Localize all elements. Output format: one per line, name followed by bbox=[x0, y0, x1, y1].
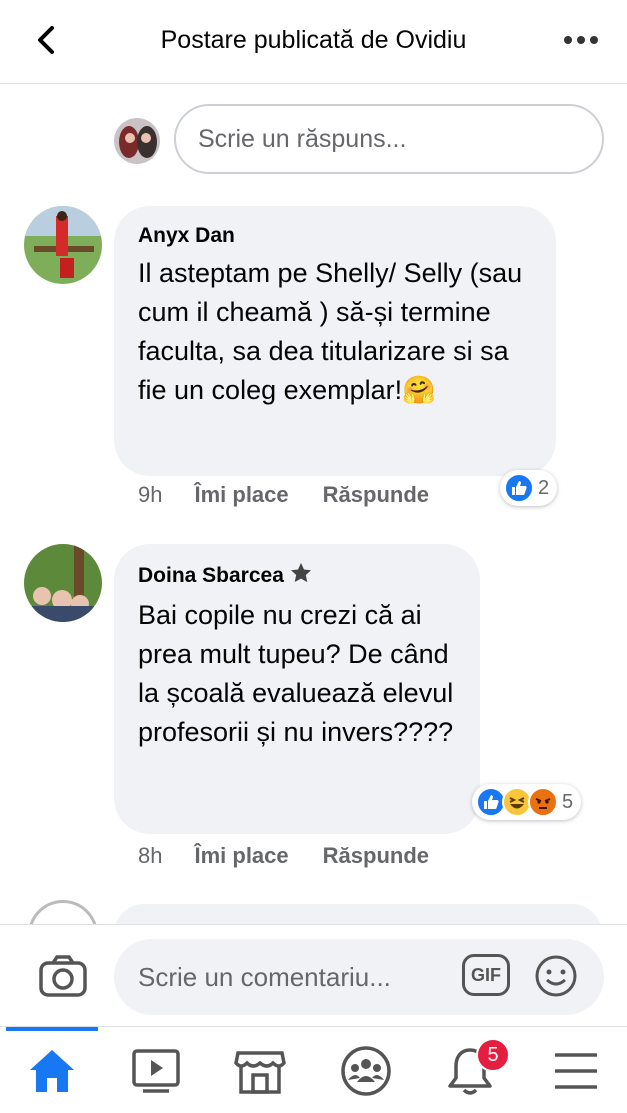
comment-input[interactable]: Scrie un comentariu... bbox=[114, 939, 604, 1015]
comment-composer: Scrie un comentariu... bbox=[0, 924, 627, 1026]
bottom-navigation bbox=[0, 1026, 627, 1113]
comment-text: Il asteptam pe Shelly/ Selly (sau cum il… bbox=[138, 258, 523, 405]
marketplace-icon[interactable] bbox=[234, 1045, 286, 1097]
emoji-icon[interactable] bbox=[534, 954, 578, 998]
comment-author[interactable]: Anyx Dan bbox=[138, 224, 532, 248]
home-icon[interactable] bbox=[26, 1045, 78, 1097]
comment-author-row: Doina Sbarcea bbox=[138, 562, 456, 590]
reply-input[interactable]: Scrie un răspuns... bbox=[174, 104, 604, 174]
notifications-badge: 5 bbox=[476, 1038, 510, 1072]
top-fan-star-icon bbox=[290, 562, 312, 590]
gif-button[interactable]: GIF bbox=[462, 954, 510, 996]
like-button[interactable]: Îmi place bbox=[194, 843, 288, 869]
camera-icon[interactable] bbox=[38, 955, 88, 999]
reaction-count: 5 bbox=[562, 790, 574, 813]
top-bar: Postare publicată de Ovidiu bbox=[0, 0, 627, 84]
comment-bubble: Anyx Dan Il asteptam pe Shelly/ Selly (s… bbox=[114, 206, 556, 476]
comment-bubble: Doina Sbarcea Bai copile nu crezi că ai … bbox=[114, 544, 480, 834]
menu-hamburger-icon[interactable] bbox=[550, 1045, 602, 1097]
avatar bbox=[114, 118, 160, 164]
comment-actions: 8h Îmi place Răspunde bbox=[138, 843, 429, 869]
angry-reaction-icon bbox=[528, 787, 558, 817]
reply-button[interactable]: Răspunde bbox=[323, 843, 429, 869]
comment-time[interactable]: 9h bbox=[138, 482, 162, 508]
comment-time[interactable]: 8h bbox=[138, 843, 162, 869]
avatar[interactable] bbox=[24, 544, 102, 622]
like-button[interactable]: Îmi place bbox=[194, 482, 288, 508]
page-title: Postare publicată de Ovidiu bbox=[160, 26, 467, 54]
active-tab-indicator bbox=[6, 1027, 98, 1031]
more-options-icon[interactable] bbox=[563, 30, 599, 50]
comment-author[interactable]: Doina Sbarcea bbox=[138, 564, 284, 588]
reaction-count: 2 bbox=[538, 476, 550, 499]
reply-button[interactable]: Răspunde bbox=[323, 482, 429, 508]
avatar[interactable] bbox=[24, 206, 102, 284]
watch-video-icon[interactable] bbox=[130, 1045, 182, 1097]
groups-icon[interactable] bbox=[340, 1045, 392, 1097]
comment-actions: 9h Îmi place Răspunde bbox=[138, 482, 429, 508]
reactions-summary[interactable]: 5 bbox=[472, 784, 582, 820]
like-reaction-icon bbox=[504, 473, 534, 503]
reactions-summary[interactable]: 2 bbox=[500, 470, 558, 506]
comment-text: Bai copile nu crezi că ai prea mult tupe… bbox=[138, 600, 454, 747]
